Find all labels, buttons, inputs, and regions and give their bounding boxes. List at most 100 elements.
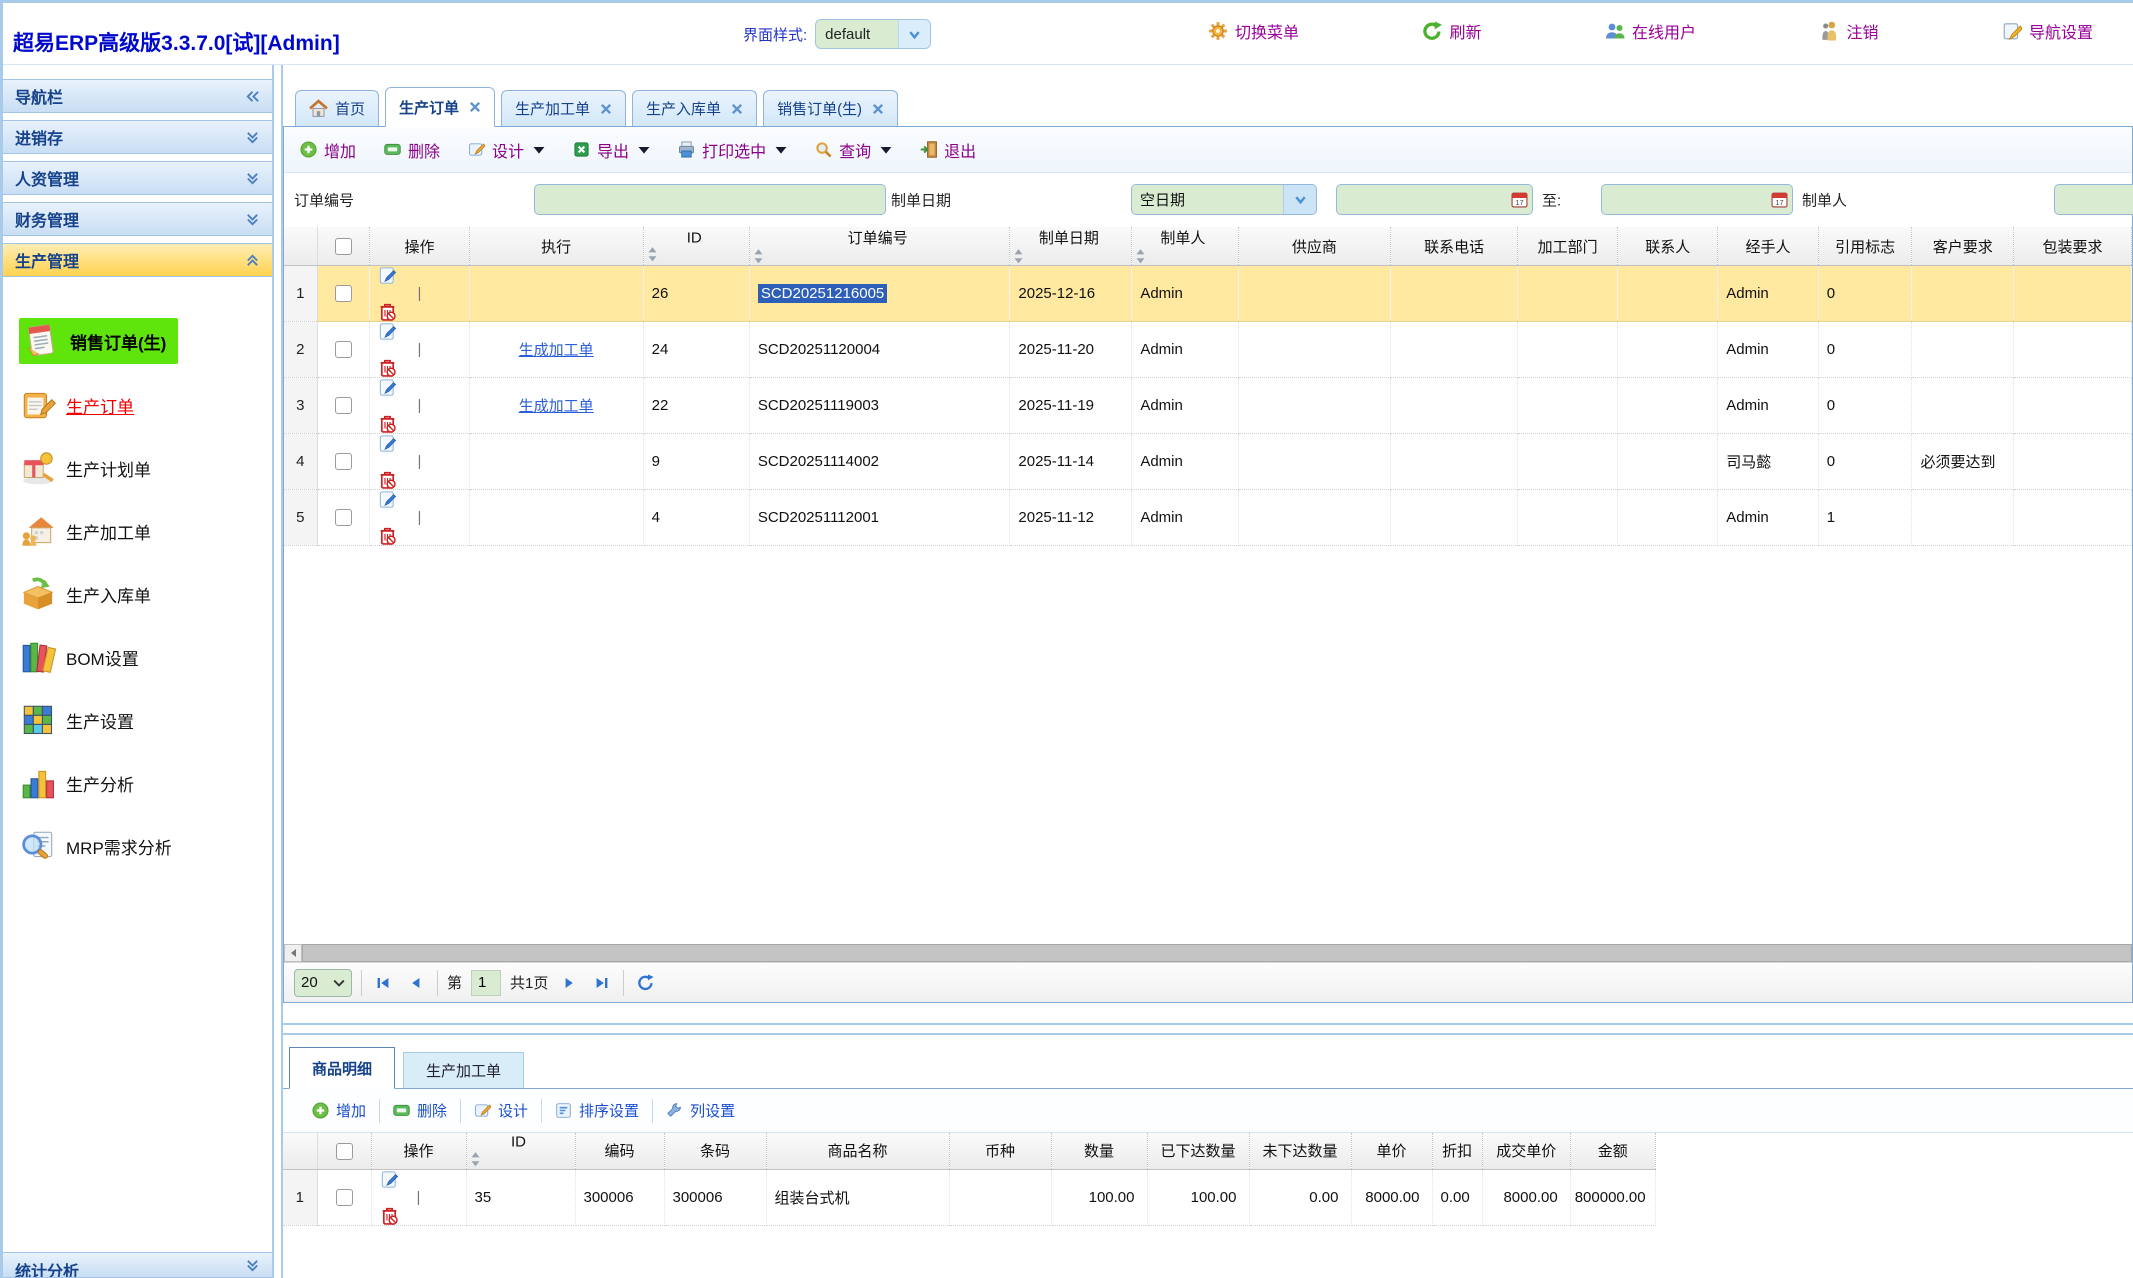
row-checkbox[interactable]: [335, 397, 352, 414]
close-icon[interactable]: [731, 103, 743, 115]
first-page-button[interactable]: [371, 971, 395, 995]
row-delete-icon[interactable]: [378, 414, 461, 433]
date-from-input[interactable]: [1337, 191, 1506, 208]
select-all-checkbox[interactable]: [336, 1143, 353, 1160]
header-action-logout[interactable]: 注销: [1819, 19, 1878, 43]
date-type-select[interactable]: 空日期: [1131, 184, 1317, 215]
close-icon[interactable]: [600, 103, 612, 115]
tab-首页[interactable]: 首页: [295, 90, 379, 126]
order-no-input[interactable]: [534, 184, 886, 215]
order-column-maker[interactable]: 制单人: [1132, 227, 1238, 266]
tab-销售订单(生)[interactable]: 销售订单(生): [763, 90, 898, 126]
detail-tab-生产加工单[interactable]: 生产加工单: [403, 1052, 524, 1088]
maker-input[interactable]: [2054, 184, 2133, 215]
row-edit-icon[interactable]: [378, 266, 461, 285]
column-label: 包装要求: [2043, 239, 2103, 256]
ui-style-select[interactable]: default: [815, 19, 931, 49]
generate-process-order-link[interactable]: 生成加工单: [519, 342, 594, 359]
row-checkbox[interactable]: [335, 285, 352, 302]
detail-tab-商品明细[interactable]: 商品明细: [289, 1047, 395, 1089]
删除-button[interactable]: 删除: [380, 1100, 460, 1121]
tab-生产订单[interactable]: 生产订单: [385, 87, 495, 127]
detail-column-id[interactable]: ID: [466, 1133, 575, 1169]
row-edit-icon[interactable]: [378, 378, 461, 397]
排序设置-button[interactable]: 排序设置: [542, 1100, 652, 1121]
order-column-order_no[interactable]: 订单编号: [749, 227, 1010, 266]
header-action-refresh[interactable]: 刷新: [1422, 19, 1481, 43]
设计-button[interactable]: 设计: [468, 138, 545, 162]
row-edit-icon[interactable]: [378, 434, 461, 453]
sidebar-item[interactable]: BOM设置: [19, 635, 139, 679]
tab-生产入库单[interactable]: 生产入库单: [632, 90, 757, 126]
row-number: 4: [284, 434, 317, 490]
scroll-left-button[interactable]: [284, 944, 302, 962]
sidebar-item[interactable]: 生产入库单: [19, 572, 151, 616]
row-checkbox[interactable]: [335, 341, 352, 358]
sidebar-item[interactable]: 销售订单(生): [19, 318, 178, 364]
列设置-button[interactable]: 列设置: [653, 1100, 748, 1121]
order-column-id[interactable]: ID: [643, 227, 749, 266]
增加-button[interactable]: 增加: [300, 138, 356, 162]
generate-process-order-link[interactable]: 生成加工单: [519, 398, 594, 415]
sidebar-section-header[interactable]: 进销存: [3, 120, 272, 154]
row-edit-icon[interactable]: [378, 490, 461, 509]
page-number-input[interactable]: [471, 970, 501, 996]
row-delete-icon[interactable]: [378, 302, 461, 321]
header-action-online-users[interactable]: 在线用户: [1605, 19, 1696, 43]
打印选中-button[interactable]: 打印选中: [678, 138, 787, 162]
row-checkbox[interactable]: [335, 509, 352, 526]
close-icon[interactable]: [872, 103, 884, 115]
calendar-icon[interactable]: 17: [1506, 191, 1532, 208]
导出-button[interactable]: 导出: [573, 138, 650, 162]
退出-button[interactable]: 退出: [920, 138, 976, 162]
reload-button[interactable]: [633, 971, 657, 995]
row-edit-icon[interactable]: [378, 322, 461, 341]
order-row[interactable]: 4|9SCD202511140022025-11-14Admin司马懿0必须要达…: [284, 434, 2132, 490]
sidebar-section-header[interactable]: 财务管理: [3, 202, 272, 236]
order-row[interactable]: 1|26SCD202512160052025-12-16AdminAdmin0: [284, 266, 2132, 322]
order-cell-cust_req: [1912, 378, 2014, 434]
sidebar-item[interactable]: 生产计划单: [19, 446, 151, 490]
row-edit-icon[interactable]: [380, 1170, 458, 1189]
删除-button[interactable]: 删除: [384, 138, 440, 162]
select-all-checkbox[interactable]: [335, 238, 352, 255]
delete-icon: [384, 141, 401, 158]
设计-button[interactable]: 设计: [461, 1100, 541, 1121]
增加-button[interactable]: 增加: [299, 1100, 379, 1121]
order-row[interactable]: 5|4SCD202511120012025-11-12AdminAdmin1: [284, 490, 2132, 546]
close-icon[interactable]: [469, 101, 481, 113]
header-action-nav-settings[interactable]: 导航设置: [2002, 19, 2093, 43]
sidebar-section-header[interactable]: 导航栏: [3, 79, 272, 113]
row-checkbox[interactable]: [336, 1189, 353, 1206]
scrollbar-thumb[interactable]: [302, 944, 2132, 962]
header-action-gear[interactable]: 切换菜单: [1208, 19, 1299, 43]
sidebar-item[interactable]: 生产订单: [19, 383, 134, 427]
next-page-button[interactable]: [557, 971, 581, 995]
order-column-date[interactable]: 制单日期: [1010, 227, 1132, 266]
sidebar-item[interactable]: 生产分析: [19, 761, 134, 805]
sidebar-section-header[interactable]: 人资管理: [3, 161, 272, 195]
sidebar-item[interactable]: 生产设置: [19, 698, 134, 742]
detail-row[interactable]: 1|35300006300006组装台式机100.00100.000.00800…: [283, 1169, 1655, 1225]
page-size-select[interactable]: 20: [294, 969, 352, 997]
order-row[interactable]: 2|生成加工单24SCD202511200042025-11-20AdminAd…: [284, 322, 2132, 378]
order-row[interactable]: 3|生成加工单22SCD202511190032025-11-19AdminAd…: [284, 378, 2132, 434]
row-delete-icon[interactable]: [378, 358, 461, 377]
row-delete-icon[interactable]: [378, 526, 461, 545]
ops-separator: |: [418, 397, 422, 414]
row-checkbox[interactable]: [335, 453, 352, 470]
date-to-input[interactable]: [1602, 191, 1766, 208]
tab-生产加工单[interactable]: 生产加工单: [501, 90, 626, 126]
calendar-icon[interactable]: 17: [1766, 191, 1792, 208]
sidebar-section-header[interactable]: 统计分析: [3, 1252, 272, 1278]
sidebar-section-header[interactable]: 生产管理: [3, 243, 272, 277]
查询-button[interactable]: 查询: [815, 138, 892, 162]
tab-label: 销售订单(生): [777, 98, 862, 119]
row-delete-icon[interactable]: [378, 470, 461, 489]
prev-page-button[interactable]: [404, 971, 428, 995]
sidebar-item[interactable]: 生产加工单: [19, 509, 151, 553]
row-delete-icon[interactable]: [380, 1206, 458, 1225]
home-icon: [309, 99, 328, 118]
sidebar-item[interactable]: MRP需求分析: [19, 824, 172, 868]
last-page-button[interactable]: [590, 971, 614, 995]
